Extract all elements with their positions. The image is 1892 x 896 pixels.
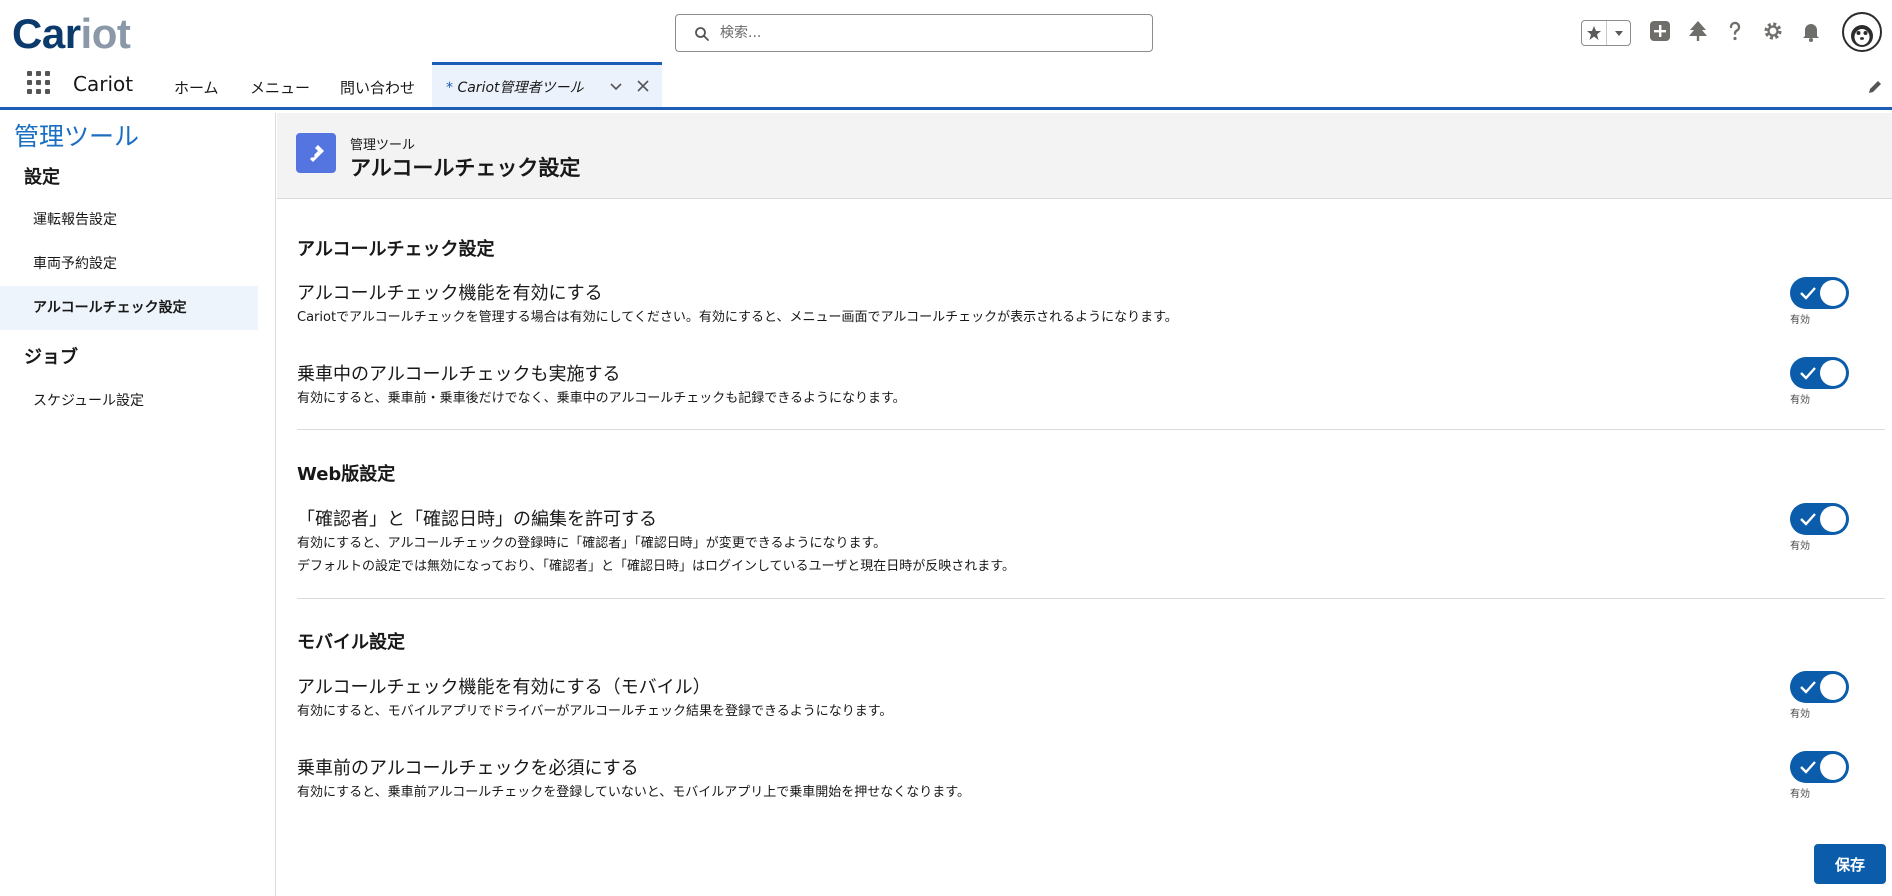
tab-label: * Cariot管理者ツール xyxy=(446,77,584,97)
toggle-enable-mobile-alcohol-check[interactable] xyxy=(1790,671,1849,703)
tab-unsaved-marker: * xyxy=(446,80,458,96)
setting-description: デフォルトの設定では無効になっており、「確認者」と「確認日時」はログインしている… xyxy=(297,559,1015,574)
toggle-knob xyxy=(1820,280,1846,306)
sidebar-item-vehicle-reservation[interactable]: 車両予約設定 xyxy=(0,242,258,286)
notifications-bell-icon[interactable] xyxy=(1797,17,1825,45)
sidebar-item-driving-report[interactable]: 運転報告設定 xyxy=(0,198,258,242)
page-eyebrow: 管理ツール xyxy=(350,138,416,153)
toggle-state-label: 有効 xyxy=(1790,395,1810,406)
toggle-require-pre-ride-check[interactable] xyxy=(1790,751,1849,783)
check-icon xyxy=(1800,367,1816,380)
toggle-enable-alcohol-check[interactable] xyxy=(1790,277,1849,309)
check-icon xyxy=(1800,513,1816,526)
edit-nav-pencil-icon[interactable] xyxy=(1866,78,1884,96)
toggle-state-label: 有効 xyxy=(1790,709,1810,720)
app-nav-bar: Cariot ホーム メニュー 問い合わせ * Cariot管理者ツール xyxy=(0,62,1892,110)
global-header: Cariot xyxy=(0,0,1892,64)
section-divider xyxy=(297,598,1885,599)
global-actions-plus-icon[interactable] xyxy=(1646,17,1674,45)
favorite-star-icon[interactable] xyxy=(1582,21,1606,45)
setting-description: 有効にすると、モバイルアプリでドライバーがアルコールチェック結果を登録できるよう… xyxy=(297,704,893,719)
nav-item-home[interactable]: ホーム xyxy=(174,77,219,98)
toggle-state-label: 有効 xyxy=(1790,789,1810,800)
toggle-in-ride-alcohol-check[interactable] xyxy=(1790,357,1849,389)
cariot-logo[interactable]: Cariot xyxy=(12,10,131,58)
admin-sidebar: 管理ツール 設定 運転報告設定 車両予約設定 アルコールチェック設定 ジョブ ス… xyxy=(0,113,276,896)
tab-label-text: Cariot管理者ツール xyxy=(457,80,584,96)
check-icon xyxy=(1800,287,1816,300)
page-title: アルコールチェック設定 xyxy=(350,156,581,180)
close-tab-icon[interactable] xyxy=(634,77,652,95)
setting-description: 有効にすると、乗車前・乗車後だけでなく、乗車中のアルコールチェックも記録できるよ… xyxy=(297,391,906,406)
setting-description: Cariotでアルコールチェックを管理する場合は有効にしてください。有効にすると… xyxy=(297,310,1178,325)
section-title-web-settings: Web版設定 xyxy=(297,464,396,485)
check-icon xyxy=(1800,681,1816,694)
save-button[interactable]: 保存 xyxy=(1814,844,1886,884)
setting-label: 乗車中のアルコールチェックも実施する xyxy=(297,364,621,385)
setting-description: 有効にすると、乗車前アルコールチェックを登録していないと、モバイルアプリ上で乗車… xyxy=(297,785,971,800)
favorites-dropdown-icon[interactable] xyxy=(1606,21,1630,45)
check-icon xyxy=(1800,761,1816,774)
toggle-knob xyxy=(1820,506,1846,532)
toggle-allow-edit-confirmer[interactable] xyxy=(1790,503,1849,535)
admin-tool-icon xyxy=(296,133,336,173)
sidebar-title: 管理ツール xyxy=(14,122,140,151)
nav-item-inquiry[interactable]: 問い合わせ xyxy=(340,77,415,98)
setting-label: アルコールチェック機能を有効にする（モバイル） xyxy=(297,677,711,698)
setting-label: 乗車前のアルコールチェックを必須にする xyxy=(297,758,639,779)
logo-text-part1: Car xyxy=(12,10,81,57)
sidebar-section-jobs: ジョブ xyxy=(24,347,78,368)
sidebar-item-alcohol-check[interactable]: アルコールチェック設定 xyxy=(0,286,258,330)
toggle-state-label: 有効 xyxy=(1790,315,1810,326)
toggle-knob xyxy=(1820,674,1846,700)
global-search[interactable] xyxy=(675,14,1153,52)
search-input[interactable] xyxy=(720,21,1140,45)
page-header: 管理ツール アルコールチェック設定 xyxy=(277,113,1892,199)
help-icon[interactable] xyxy=(1721,17,1749,45)
search-icon xyxy=(695,27,709,41)
trailhead-icon[interactable] xyxy=(1684,17,1712,45)
toggle-knob xyxy=(1820,754,1846,780)
sidebar-section-settings: 設定 xyxy=(24,167,60,188)
favorites-group xyxy=(1581,20,1631,46)
section-title-alcohol-check: アルコールチェック設定 xyxy=(297,239,495,260)
logo-text-part2: iot xyxy=(80,10,131,57)
section-divider xyxy=(297,429,1885,430)
app-launcher-icon[interactable] xyxy=(27,71,53,97)
setting-label: アルコールチェック機能を有効にする xyxy=(297,283,603,304)
settings-content: アルコールチェック設定 アルコールチェック機能を有効にする Cariotでアルコ… xyxy=(277,200,1892,896)
setting-label: 「確認者」と「確認日時」の編集を許可する xyxy=(297,509,657,530)
settings-gear-icon[interactable] xyxy=(1759,17,1787,45)
setting-description: 有効にすると、アルコールチェックの登録時に「確認者」「確認日時」が変更できるよう… xyxy=(297,536,887,551)
chevron-down-icon[interactable] xyxy=(608,78,624,94)
toggle-knob xyxy=(1820,360,1846,386)
section-title-mobile-settings: モバイル設定 xyxy=(297,632,405,653)
sidebar-item-schedule[interactable]: スケジュール設定 xyxy=(0,379,258,423)
tab-cariot-admin-tool[interactable]: * Cariot管理者ツール xyxy=(432,62,662,107)
user-avatar[interactable] xyxy=(1842,12,1882,52)
app-name: Cariot xyxy=(73,72,134,96)
toggle-state-label: 有効 xyxy=(1790,541,1810,552)
avatar-face-icon xyxy=(1851,25,1873,47)
nav-item-menu[interactable]: メニュー xyxy=(250,77,310,98)
